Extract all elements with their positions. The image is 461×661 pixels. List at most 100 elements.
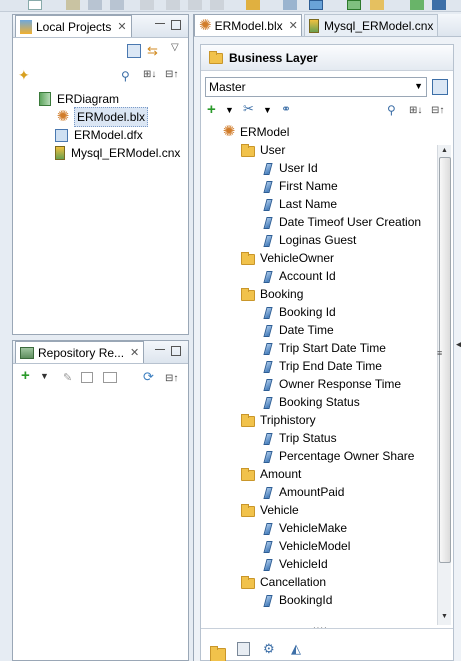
tab-local-projects[interactable]: Local Projects ✕: [15, 15, 132, 37]
checkin-icon[interactable]: [370, 0, 384, 10]
tree-item-label: ERDiagram: [57, 92, 120, 106]
footer-navigation-icon[interactable]: ◭: [291, 641, 307, 657]
tab-mysql-cnx[interactable]: Mysql_ERModel.cnx: [304, 14, 439, 36]
dropdown-arrow-icon[interactable]: ▼: [40, 371, 49, 381]
attribute-item[interactable]: Account Id: [261, 267, 336, 285]
manage-views-icon[interactable]: [432, 79, 448, 95]
insert-icon[interactable]: +: [207, 101, 216, 118]
attribute-item[interactable]: Date Timeof User Creation: [261, 213, 421, 231]
minimize-icon[interactable]: [155, 21, 165, 24]
copy-icon[interactable]: [81, 372, 93, 383]
image-icon[interactable]: [283, 0, 297, 10]
attribute-item[interactable]: First Name: [261, 177, 338, 195]
maximize-icon[interactable]: [171, 20, 181, 30]
expand-all-icon[interactable]: ⊞↓: [409, 105, 422, 116]
attribute-item[interactable]: AmountPaid: [261, 483, 344, 501]
layers-icon[interactable]: [103, 372, 117, 383]
footer-folder-icon[interactable]: [210, 646, 226, 661]
tree-item-mysql-cnx[interactable]: Mysql_ERModel.cnx: [55, 144, 180, 162]
tree-root-ermodel[interactable]: ✺ ERModel: [221, 123, 290, 141]
attribute-icon: [263, 487, 273, 499]
new-project-icon[interactable]: ✦: [18, 67, 30, 84]
view-select[interactable]: Master ▼: [205, 77, 427, 97]
close-icon[interactable]: ✕: [289, 19, 298, 32]
minimize-icon[interactable]: [155, 347, 165, 350]
search-icon[interactable]: ⚲: [121, 69, 130, 83]
perspective-icon[interactable]: [347, 0, 361, 10]
folder-cancellation[interactable]: Cancellation: [241, 573, 326, 591]
folder-triphistory[interactable]: Triphistory: [241, 411, 316, 429]
view-select-value: Master: [209, 80, 246, 94]
attribute-item[interactable]: Booking Id: [261, 303, 336, 321]
attribute-item[interactable]: Last Name: [261, 195, 337, 213]
close-icon[interactable]: ✕: [130, 346, 139, 359]
collapse-all-icon[interactable]: [127, 44, 141, 58]
cut-icon[interactable]: [140, 0, 154, 10]
scroll-up-icon[interactable]: ▲: [441, 147, 448, 154]
attribute-item[interactable]: VehicleMake: [261, 519, 347, 537]
accept-icon[interactable]: [410, 0, 424, 10]
paste-icon[interactable]: [188, 0, 202, 10]
sash-handle[interactable]: ≡: [437, 348, 442, 358]
tools-dropdown-icon[interactable]: ▼: [263, 105, 272, 115]
collapse-icon[interactable]: ⊟↑: [165, 69, 178, 80]
tree-item-erdiagram[interactable]: ERDiagram: [39, 90, 119, 108]
attribute-item[interactable]: Percentage Owner Share: [261, 447, 414, 465]
layer-icon[interactable]: [309, 0, 323, 10]
tree-scrollbar[interactable]: ▲ ▼: [437, 145, 451, 625]
scroll-thumb[interactable]: [439, 157, 451, 563]
tree-item-ermodel-blx[interactable]: ✺ ERModel.blx: [55, 107, 149, 127]
search-icon[interactable]: ⚲: [387, 103, 396, 117]
attribute-item[interactable]: Trip Status: [261, 429, 337, 447]
footer-parameter-icon[interactable]: ⚙: [263, 641, 279, 657]
editor-tab-label: Mysql_ERModel.cnx: [324, 18, 434, 33]
attribute-item[interactable]: Date Time: [261, 321, 334, 339]
binoculars-icon[interactable]: ⚭: [281, 102, 291, 116]
tree-item-ermodel-dfx[interactable]: ERModel.dfx: [55, 126, 143, 144]
attribute-item[interactable]: Trip End Date Time: [261, 357, 382, 375]
folder-amount[interactable]: Amount: [241, 465, 301, 483]
panel-collapse-icon[interactable]: ◀: [456, 339, 461, 350]
footer-query-icon[interactable]: [237, 642, 250, 656]
delete-icon[interactable]: [210, 0, 224, 10]
collapse-icon[interactable]: ⊟↑: [165, 373, 178, 384]
view-menu-icon[interactable]: ▽: [171, 42, 179, 53]
binoculars-icon[interactable]: [432, 0, 446, 10]
tools-icon[interactable]: ✂: [243, 101, 254, 117]
tab-repository[interactable]: Repository Re... ✕: [15, 341, 145, 363]
folder-user[interactable]: User: [241, 141, 285, 159]
attribute-item[interactable]: Loginas Guest: [261, 231, 356, 249]
attribute-item[interactable]: VehicleId: [261, 555, 328, 573]
attribute-item[interactable]: VehicleModel: [261, 537, 350, 555]
new-icon[interactable]: [28, 0, 42, 10]
close-icon[interactable]: ✕: [117, 20, 126, 33]
copy-icon[interactable]: [166, 0, 180, 10]
refresh-icon[interactable]: ⟳: [143, 369, 154, 385]
attribute-item[interactable]: User Id: [261, 159, 318, 177]
attribute-item[interactable]: Owner Response Time: [261, 375, 401, 393]
run-icon[interactable]: [246, 0, 260, 10]
attribute-label: Percentage Owner Share: [279, 449, 415, 463]
edit-icon[interactable]: ✎: [63, 371, 72, 384]
folder-booking[interactable]: Booking: [241, 285, 303, 303]
scroll-down-icon[interactable]: ▼: [441, 613, 448, 620]
expand-all-icon[interactable]: ⊞↓: [143, 69, 156, 80]
tab-ermodel-blx[interactable]: ✺ ERModel.blx ✕: [194, 14, 302, 36]
folder-vehicleowner[interactable]: VehicleOwner: [241, 249, 334, 267]
add-icon[interactable]: +: [21, 367, 30, 384]
collapse-icon[interactable]: ⊟↑: [431, 105, 444, 116]
attribute-item[interactable]: Booking Status: [261, 393, 360, 411]
maximize-icon[interactable]: [171, 346, 181, 356]
splitter-handle[interactable]: ····: [313, 623, 328, 632]
save-all-icon[interactable]: [110, 0, 124, 10]
wrench-icon[interactable]: [66, 0, 80, 10]
attribute-label: Trip End Date Time: [279, 359, 382, 373]
save-icon[interactable]: [88, 0, 102, 10]
link-editor-icon[interactable]: ⇆: [147, 43, 158, 59]
insert-dropdown-icon[interactable]: ▼: [225, 105, 234, 115]
chevron-down-icon[interactable]: ▼: [414, 81, 423, 91]
attribute-item[interactable]: Trip Start Date Time: [261, 339, 386, 357]
tree-item-label: ERModel.dfx: [74, 128, 143, 142]
folder-vehicle[interactable]: Vehicle: [241, 501, 299, 519]
attribute-item[interactable]: BookingId: [261, 591, 332, 609]
